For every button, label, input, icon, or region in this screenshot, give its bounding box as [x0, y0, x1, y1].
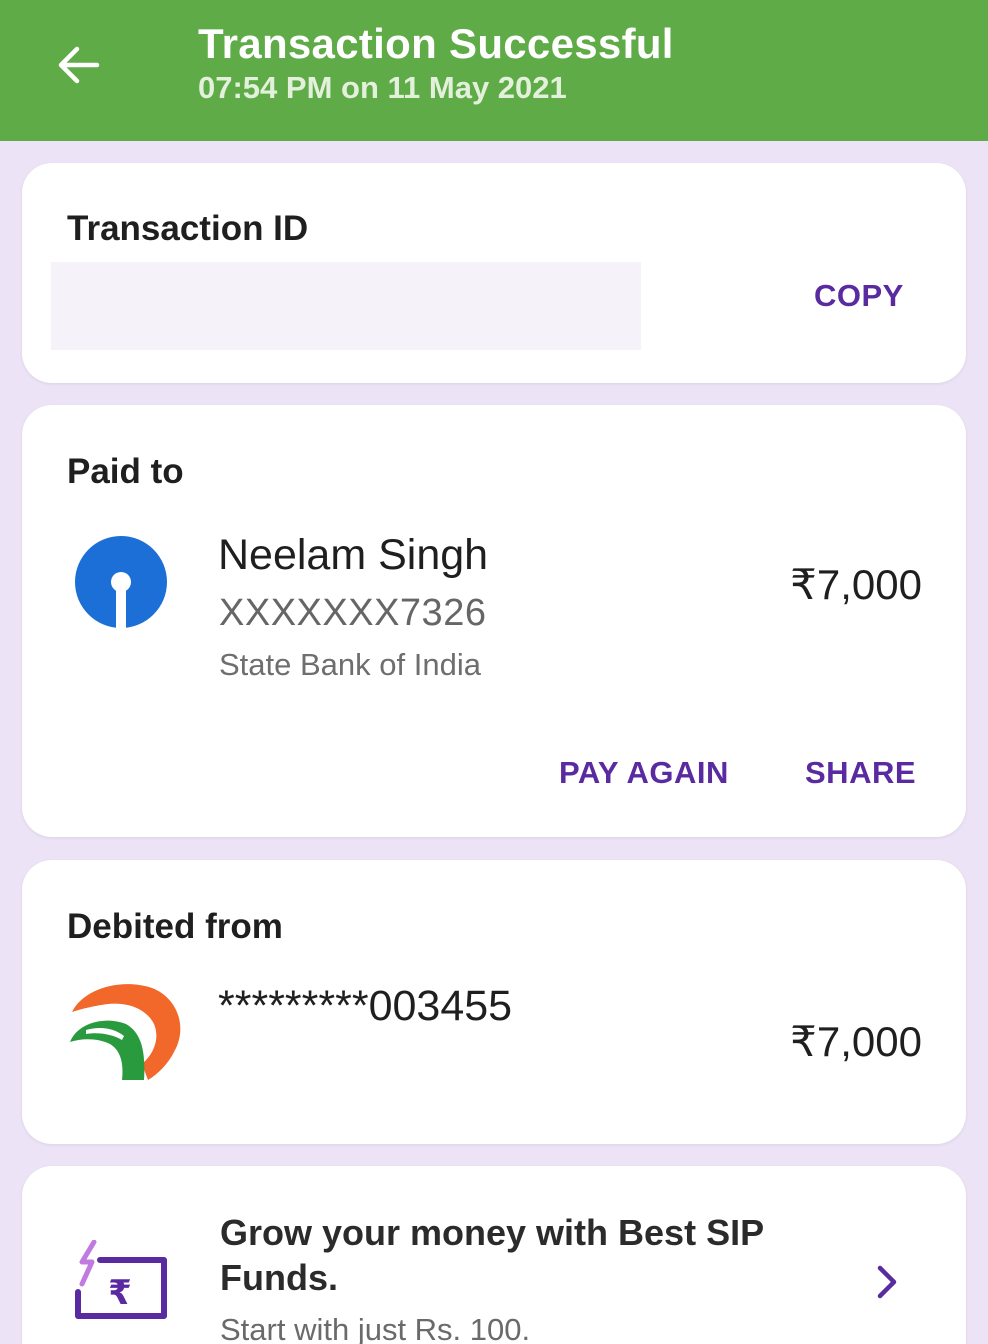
transaction-id-label: Transaction ID [67, 209, 309, 248]
sip-promo-card[interactable]: ₹ Grow your money with Best SIP Funds. S… [22, 1166, 966, 1344]
debited-from-card: Debited from *********003455 ₹7,000 [22, 860, 966, 1144]
paid-to-card: Paid to Neelam Singh XXXXXXX7326 State B… [22, 405, 966, 837]
rupee-sip-icon: ₹ [75, 1240, 167, 1319]
transaction-id-card: Transaction ID COPY [22, 163, 966, 383]
promo-subtitle: Start with just Rs. 100. [220, 1312, 531, 1344]
paid-to-label: Paid to [67, 452, 184, 491]
debit-account-number: *********003455 [218, 982, 513, 1030]
copy-button[interactable]: COPY [814, 278, 904, 314]
bank-logo-icon [70, 984, 181, 1080]
transaction-id-value [51, 262, 641, 350]
app-bar: Transaction Successful 07:54 PM on 11 Ma… [0, 0, 988, 141]
back-arrow-icon [58, 46, 100, 84]
sbi-logo-icon [75, 536, 167, 629]
transaction-timestamp: 07:54 PM on 11 May 2021 [198, 70, 567, 105]
share-button[interactable]: SHARE [805, 755, 916, 791]
page-title: Transaction Successful [198, 20, 674, 67]
paid-amount: ₹7,000 [790, 561, 922, 608]
svg-text:₹: ₹ [108, 1273, 132, 1313]
back-button[interactable] [44, 34, 110, 96]
debited-from-label: Debited from [67, 907, 283, 946]
payee-name: Neelam Singh [218, 531, 489, 579]
pay-again-button[interactable]: PAY AGAIN [559, 755, 729, 791]
payee-account-number: XXXXXXX7326 [219, 592, 487, 634]
promo-title: Grow your money with Best SIP Funds. [220, 1212, 764, 1298]
chevron-right-icon[interactable] [874, 1264, 902, 1300]
debited-amount: ₹7,000 [790, 1018, 922, 1065]
payee-bank-name: State Bank of India [219, 647, 481, 682]
